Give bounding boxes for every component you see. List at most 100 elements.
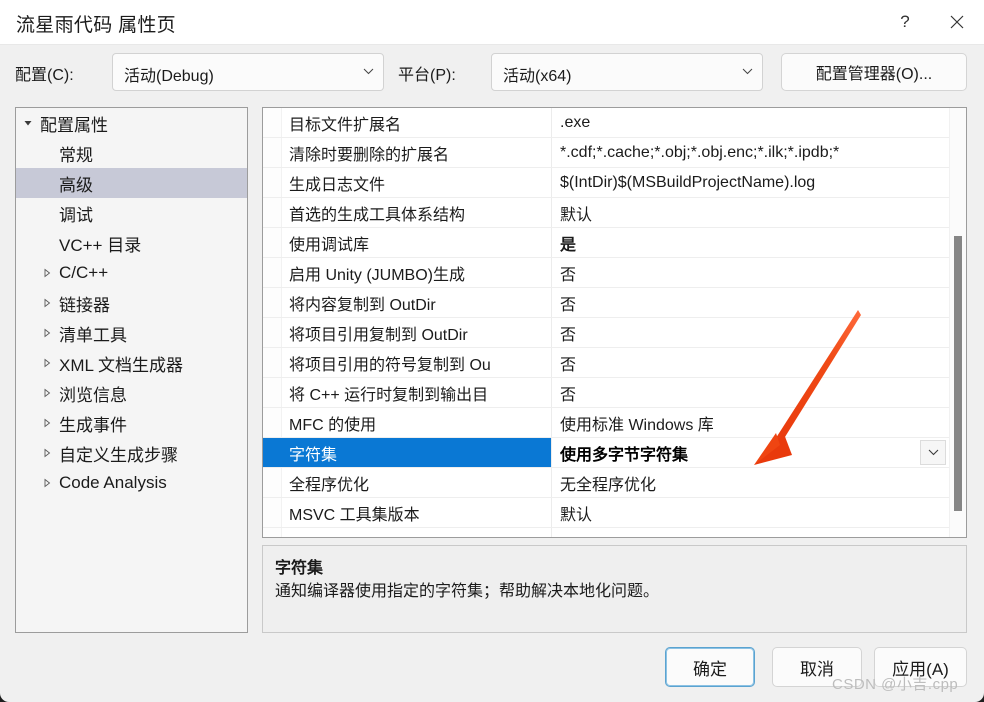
property-value[interactable]: 无全程序优化	[551, 468, 949, 497]
property-name[interactable]: 清除时要删除的扩展名	[263, 138, 551, 167]
configuration-tree[interactable]: 配置属性常规高级调试 VC++ 目录 C/C++ 链接器清单工具 XML 文档生成器 浏览…	[15, 107, 248, 633]
property-row[interactable]: 将项目引用复制到 OutDir 否	[263, 318, 949, 348]
close-icon[interactable]	[934, 0, 980, 44]
property-row[interactable]: 清除时要删除的扩展名 *.cdf;*.cache;*.obj;*.obj.enc;…	[263, 138, 949, 168]
description-pane: 字符集 通知编译器使用指定的字符集；帮助解决本地化问题。	[262, 545, 967, 633]
property-row[interactable]: MFC 的使用 使用标准 Windows 库	[263, 408, 949, 438]
tree-item-label: 高级	[59, 175, 93, 195]
tree-item[interactable]: 调试	[16, 198, 247, 228]
property-row[interactable]: MSVC 工具集版本 默认	[263, 498, 949, 528]
tree-item-label: Code Analysis	[59, 473, 167, 492]
tree-item-label: C/C++	[59, 263, 109, 282]
property-row[interactable]: 将 C++ 运行时复制到输出目否	[263, 378, 949, 408]
configuration-select[interactable]: 活动(Debug)	[112, 53, 384, 91]
chevron-collapsed-icon[interactable]	[40, 356, 54, 370]
property-value[interactable]: 是	[551, 228, 949, 257]
property-name[interactable]: MSVC 工具集版本	[263, 498, 551, 527]
chevron-down-icon	[928, 449, 938, 456]
property-row[interactable]: 生成日志文件 $(IntDir)$(MSBuildProjectName).log	[263, 168, 949, 198]
chevron-collapsed-icon[interactable]	[40, 446, 54, 460]
property-name[interactable]: 字符集	[263, 438, 551, 467]
tree-item-label: XML 文档生成器	[59, 355, 184, 375]
property-value[interactable]: $(IntDir)$(MSBuildProjectName).log	[551, 168, 949, 197]
property-name[interactable]: 将内容复制到 OutDir	[263, 288, 551, 317]
property-name[interactable]: 启用 Unity (JUMBO)生成	[263, 258, 551, 287]
property-row[interactable]: 使用调试库是	[263, 228, 949, 258]
tree-item[interactable]: XML 文档生成器	[16, 348, 247, 378]
tree-item[interactable]: 浏览信息	[16, 378, 247, 408]
tree-item[interactable]: 常规	[16, 138, 247, 168]
configuration-select-value: 活动(Debug)	[124, 68, 214, 85]
property-name[interactable]: 生成日志文件	[263, 168, 551, 197]
property-value[interactable]: 使用标准 Windows 库	[551, 408, 949, 437]
property-value[interactable]: .exe	[551, 108, 949, 137]
property-pages-dialog: 流星雨代码 属性页 ? 配置(C): 活动(Debug) 平台(P): 活动(x…	[0, 0, 984, 702]
help-icon[interactable]: ?	[882, 0, 928, 44]
property-value[interactable]: 否	[551, 378, 949, 407]
property-row[interactable]: 目标文件扩展名 .exe	[263, 108, 949, 138]
tree-item[interactable]: VC++ 目录	[16, 228, 247, 258]
description-text: 通知编译器使用指定的字符集；帮助解决本地化问题。	[275, 583, 660, 600]
property-name[interactable]: 目标文件扩展名	[263, 108, 551, 137]
tree-item-label: 生成事件	[59, 415, 127, 435]
tree-item[interactable]: 生成事件	[16, 408, 247, 438]
ok-button[interactable]: 确定	[665, 647, 755, 687]
tree-item[interactable]: 自定义生成步骤	[16, 438, 247, 468]
configuration-label: 配置(C):	[15, 67, 74, 84]
tree-item-label: 常规	[59, 145, 93, 165]
tree-item[interactable]: 高级	[16, 168, 247, 198]
watermark: CSDN @小吉.cpp	[832, 676, 959, 693]
help-icon-glyph: ?	[900, 12, 910, 31]
property-row[interactable]: 启用 Unity (JUMBO)生成否	[263, 258, 949, 288]
configuration-manager-button[interactable]: 配置管理器(O)...	[781, 53, 967, 91]
property-value-dropdown-button[interactable]	[920, 440, 946, 465]
chevron-collapsed-icon[interactable]	[40, 266, 54, 280]
tree-item-label: VC++ 目录	[59, 235, 142, 255]
property-row[interactable]: 将内容复制到 OutDir 否	[263, 288, 949, 318]
tree-item-label: 配置属性	[40, 115, 108, 135]
chevron-collapsed-icon[interactable]	[40, 326, 54, 340]
chevron-down-icon	[742, 68, 753, 75]
property-name[interactable]: 首选的生成工具体系结构	[263, 198, 551, 227]
property-value[interactable]: 默认	[551, 198, 949, 227]
chevron-collapsed-icon[interactable]	[40, 386, 54, 400]
chevron-collapsed-icon[interactable]	[40, 476, 54, 490]
property-value[interactable]: 否	[551, 258, 949, 287]
configuration-bar: 配置(C): 活动(Debug) 平台(P): 活动(x64) 配置管理器(O)…	[0, 45, 984, 103]
tree-item[interactable]: 链接器	[16, 288, 247, 318]
tree-item[interactable]: C/C++	[16, 258, 247, 288]
property-grid-rows: 目标文件扩展名 .exe 清除时要删除的扩展名 *.cdf;*.cache;*.obj…	[263, 108, 949, 537]
description-title: 字符集	[275, 560, 324, 577]
property-row[interactable]: 全程序优化 无全程序优化	[263, 468, 949, 498]
property-grid[interactable]: 目标文件扩展名 .exe 清除时要删除的扩展名 *.cdf;*.cache;*.obj…	[262, 107, 967, 538]
platform-select[interactable]: 活动(x64)	[491, 53, 763, 91]
property-value[interactable]: *.cdf;*.cache;*.obj;*.obj.enc;*.ilk;*.ip…	[551, 138, 949, 167]
property-name[interactable]: 全程序优化	[263, 468, 551, 497]
property-row[interactable]: 首选的生成工具体系结构 默认	[263, 198, 949, 228]
property-name[interactable]: 使用调试库	[263, 228, 551, 257]
tree-item[interactable]: 清单工具	[16, 318, 247, 348]
scrollbar-thumb[interactable]	[954, 236, 962, 511]
tree-item-label: 浏览信息	[59, 385, 127, 405]
property-name[interactable]: 将项目引用的符号复制到 Ou	[263, 348, 551, 377]
property-value[interactable]: 否	[551, 348, 949, 377]
property-grid-scrollbar[interactable]	[949, 108, 966, 537]
property-row[interactable]: 将项目引用的符号复制到 Ou 否	[263, 348, 949, 378]
property-value[interactable]: 默认	[551, 498, 949, 527]
chevron-collapsed-icon[interactable]	[40, 296, 54, 310]
property-name[interactable]: 将项目引用复制到 OutDir	[263, 318, 551, 347]
property-value[interactable]: 使用多字节字符集	[551, 438, 949, 467]
property-name[interactable]: 将 C++ 运行时复制到输出目	[263, 378, 551, 407]
property-value[interactable]: 否	[551, 288, 949, 317]
tree-item[interactable]: 配置属性	[16, 108, 247, 138]
tree-item-label: 自定义生成步骤	[59, 445, 178, 465]
property-row[interactable]: 字符集 使用多字节字符集	[263, 438, 949, 468]
property-value[interactable]: 否	[551, 318, 949, 347]
tree-item[interactable]: Code Analysis	[16, 468, 247, 498]
property-name[interactable]: MFC 的使用	[263, 408, 551, 437]
chevron-collapsed-icon[interactable]	[40, 416, 54, 430]
chevron-expanded-icon[interactable]	[21, 116, 35, 130]
tree-item-label: 链接器	[59, 295, 110, 315]
